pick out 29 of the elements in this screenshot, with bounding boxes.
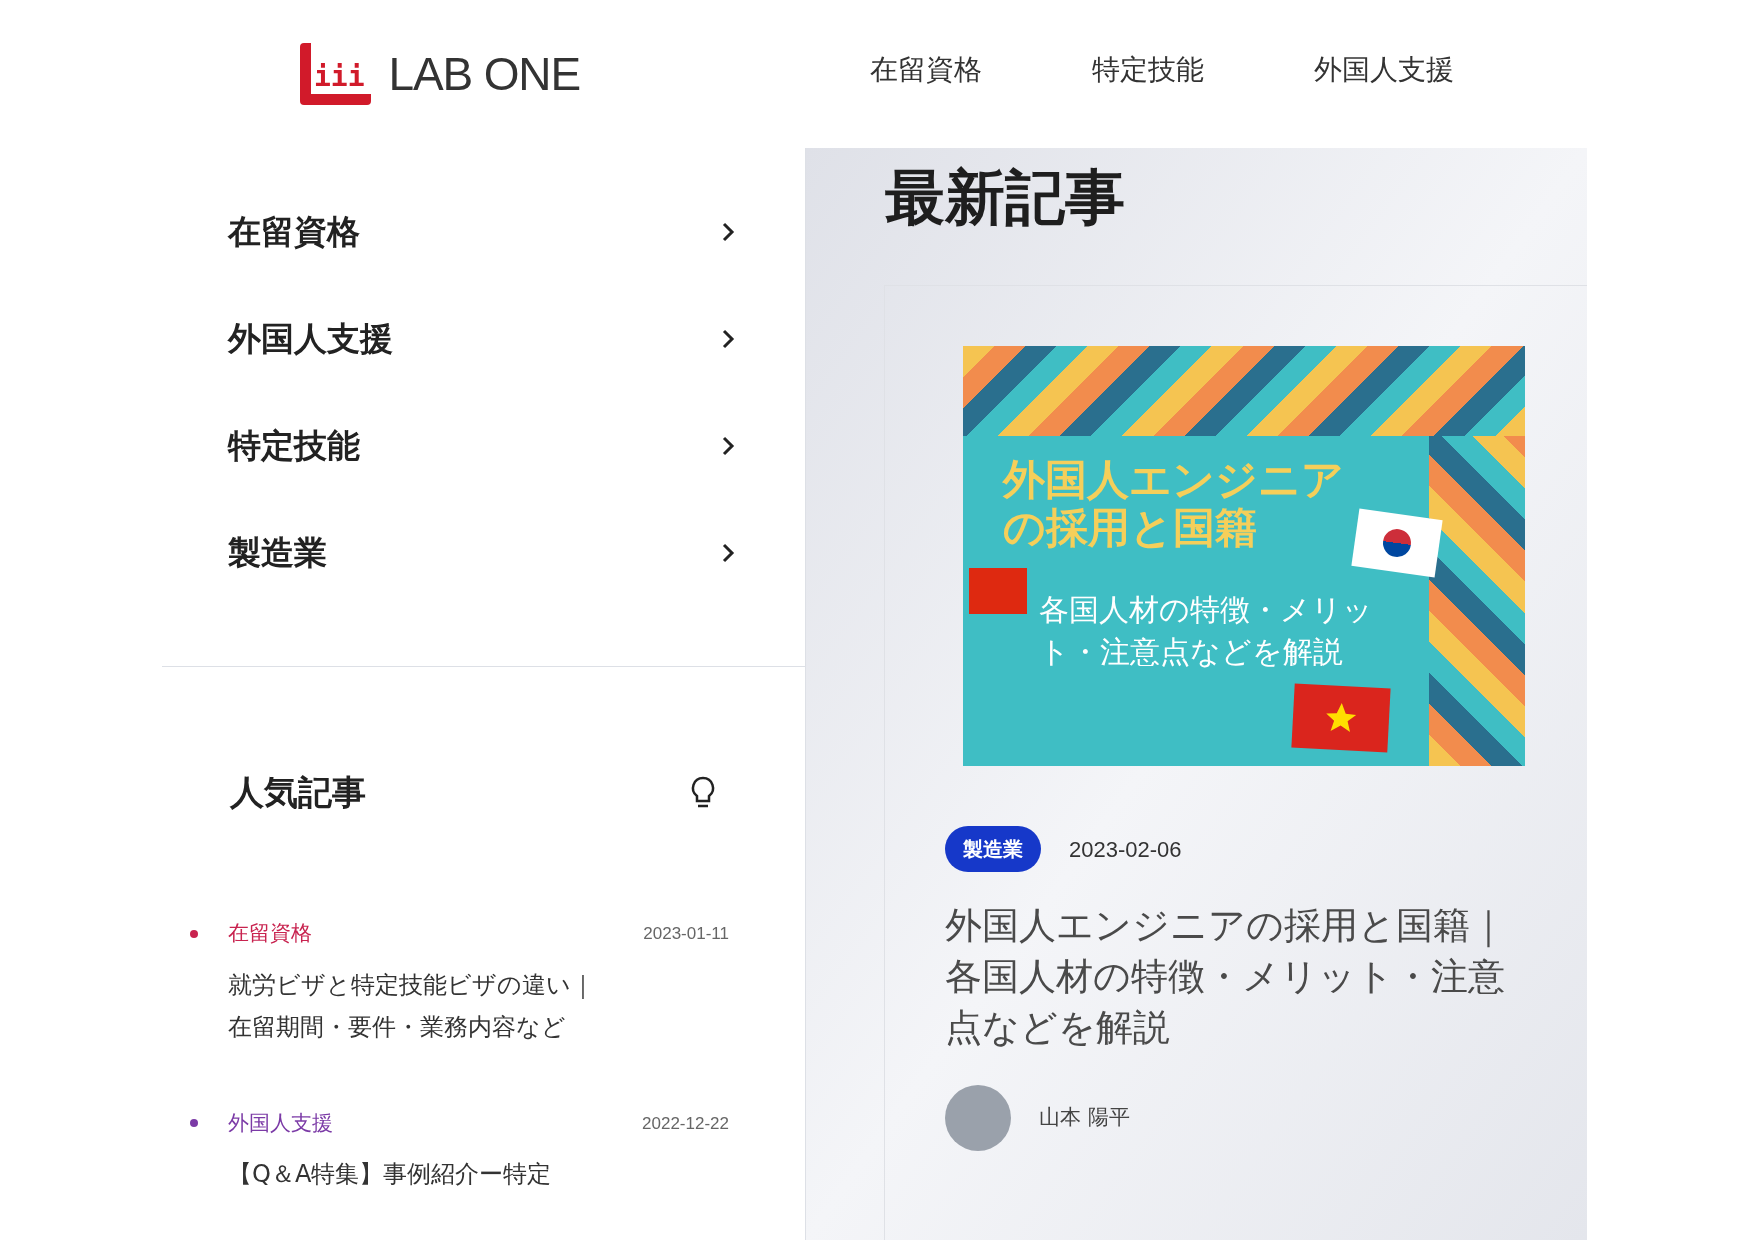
category-link[interactable]: 在留資格	[228, 918, 312, 950]
logo-mark[interactable]: iii	[300, 43, 371, 105]
article-date: 2023-01-11	[643, 923, 729, 945]
article-title[interactable]: 【Q＆A特集】事例紹介ー特定	[228, 1153, 598, 1195]
chevron-right-icon[interactable]	[721, 434, 735, 457]
article-date: 2022-12-22	[642, 1112, 729, 1135]
nav-link[interactable]: 在留資格	[870, 49, 982, 91]
article-title[interactable]: 外国人エンジニアの採用と国籍｜各国人材の特徴・メリット・注意点などを解説	[945, 900, 1535, 1054]
section-title: 人気記事	[230, 771, 366, 814]
category-link[interactable]: 特定技能	[228, 420, 360, 471]
chevron-right-icon[interactable]	[721, 541, 735, 564]
flag-drawing	[969, 568, 1027, 614]
chevron-right-icon[interactable]	[721, 327, 735, 350]
category-link[interactable]: 製造業	[228, 527, 327, 578]
article-card[interactable]: 外国人エンジニアの採用と国籍 各国人材の特徴・メリット・注意点などを解説 製造業 2023-02-06 外国人エンジニアの採用と国籍｜各国人材の特徴・メリット・注意点などを解説 山本 陽平	[884, 285, 1587, 1240]
thumbnail-heading: 外国人エンジニアの採用と国籍	[1003, 456, 1345, 553]
category-link[interactable]: 外国人支援	[228, 313, 393, 364]
chevron-right-icon[interactable]	[721, 220, 735, 243]
logo-text[interactable]: LAB ONE	[388, 39, 580, 109]
thumbnail-subheading: 各国人材の特徴・メリット・注意点などを解説	[1039, 590, 1373, 671]
nav-link[interactable]: 外国人支援	[1314, 49, 1454, 91]
category-tag[interactable]: 製造業	[945, 826, 1041, 872]
nav-link[interactable]: 特定技能	[1092, 49, 1204, 91]
article-date: 2023-02-06	[1069, 835, 1182, 864]
section-title: 最新記事	[884, 161, 1126, 234]
author-name: 山本 陽平	[1039, 1104, 1130, 1132]
article-title[interactable]: 就労ビザと特定技能ビザの違い｜在留期間・要件・業務内容など	[228, 963, 598, 1048]
category-link[interactable]: 外国人支援	[228, 1107, 333, 1139]
category-link[interactable]: 在留資格	[228, 206, 360, 257]
